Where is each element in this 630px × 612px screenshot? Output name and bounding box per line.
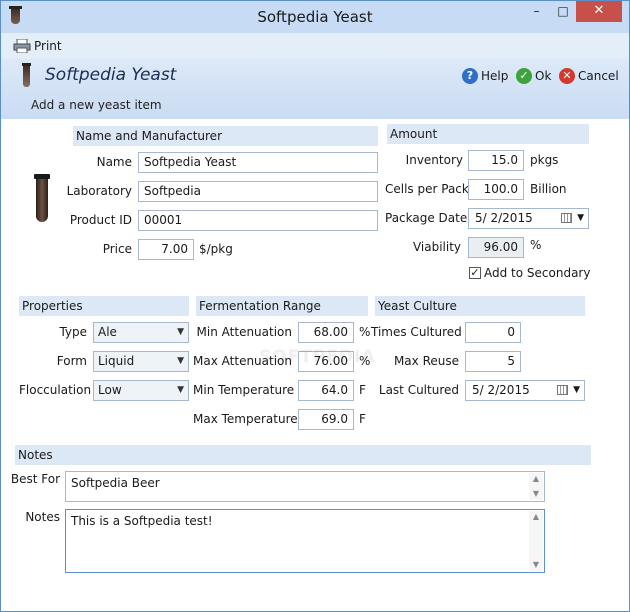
calendar-icon[interactable] xyxy=(557,385,568,395)
price-label: Price xyxy=(102,242,132,256)
yeast-dialog-window: Softpedia Yeast – □ ✕ Print Softpedia Ye… xyxy=(0,0,630,612)
calendar-icon[interactable] xyxy=(561,213,572,223)
price-unit: $/pkg xyxy=(199,242,233,256)
chevron-down-icon: ▼ xyxy=(177,385,184,395)
watermark: SOFTPEDIA xyxy=(259,347,376,367)
package-date-picker[interactable]: 5/ 2/2015 ▼ xyxy=(468,208,589,229)
yeast-vial-icon xyxy=(34,174,50,222)
inventory-field[interactable]: 15.0 xyxy=(468,150,524,171)
help-label: Help xyxy=(481,69,509,83)
chevron-down-icon[interactable]: ▼ xyxy=(577,209,584,228)
max-temperature-label: Max Temperature xyxy=(193,412,298,426)
flocculation-select[interactable]: Low ▼ xyxy=(93,380,189,401)
best-for-scrollbar[interactable]: ▲ ▼ xyxy=(529,473,543,500)
header-subtitle: Add a new yeast item xyxy=(31,98,162,112)
ok-icon: ✓ xyxy=(516,68,532,84)
cells-unit: Billion xyxy=(530,182,567,196)
type-label: Type xyxy=(59,325,87,339)
help-button[interactable]: ? Help xyxy=(462,68,512,84)
amount-section-heading: Amount xyxy=(387,124,589,144)
max-reuse-label: Max Reuse xyxy=(393,354,459,368)
type-select[interactable]: Ale ▼ xyxy=(93,322,189,343)
toolbar xyxy=(1,33,629,59)
package-date-value: 5/ 2/2015 xyxy=(475,211,533,225)
title-bar[interactable]: Softpedia Yeast – □ ✕ xyxy=(1,1,629,33)
notes-textarea[interactable]: This is a Softpedia test! ▲ ▼ xyxy=(65,509,545,573)
notes-heading: Notes xyxy=(15,445,591,465)
cancel-icon: ✕ xyxy=(559,68,575,84)
min-temperature-unit: F xyxy=(359,383,366,397)
product-id-label: Product ID xyxy=(69,213,132,227)
help-icon: ? xyxy=(462,68,478,84)
flocculation-value: Low xyxy=(98,383,122,397)
notes-label: Notes xyxy=(25,510,60,524)
times-cultured-label: Times Cultured xyxy=(371,325,462,339)
best-for-label: Best For xyxy=(10,472,60,486)
close-button[interactable]: ✕ xyxy=(576,1,622,22)
yeast-tube-icon xyxy=(22,63,31,87)
product-id-field[interactable]: 00001 xyxy=(138,210,378,231)
maximize-button[interactable]: □ xyxy=(550,1,576,22)
properties-heading: Properties xyxy=(19,296,189,316)
add-to-secondary-label: Add to Secondary xyxy=(484,266,591,280)
best-for-value: Softpedia Beer xyxy=(71,476,160,490)
viability-unit: % xyxy=(530,238,542,252)
ok-label: Ok xyxy=(535,69,552,83)
ok-button[interactable]: ✓ Ok xyxy=(516,68,556,84)
min-attenuation-field[interactable]: 68.00 xyxy=(298,322,354,343)
printer-icon[interactable] xyxy=(13,39,31,53)
scroll-down-icon[interactable]: ▼ xyxy=(529,488,543,500)
scroll-up-icon[interactable]: ▲ xyxy=(529,511,543,523)
inventory-label: Inventory xyxy=(405,153,463,167)
chevron-down-icon[interactable]: ▼ xyxy=(573,381,580,400)
cells-per-pack-field[interactable]: 100.0 xyxy=(468,179,524,200)
form-select[interactable]: Liquid ▼ xyxy=(93,351,189,372)
last-cultured-label: Last Cultured xyxy=(378,383,459,397)
inventory-unit: pkgs xyxy=(530,153,559,167)
cancel-button[interactable]: ✕ Cancel xyxy=(559,68,619,84)
laboratory-field[interactable]: Softpedia xyxy=(138,181,378,202)
notes-scrollbar[interactable]: ▲ ▼ xyxy=(529,511,543,571)
scroll-down-icon[interactable]: ▼ xyxy=(529,559,543,571)
yeast-culture-heading: Yeast Culture xyxy=(375,296,585,316)
scroll-up-icon[interactable]: ▲ xyxy=(529,473,543,485)
viability-label: Viability xyxy=(412,240,461,254)
last-cultured-value: 5/ 2/2015 xyxy=(472,383,530,397)
cancel-label: Cancel xyxy=(578,69,619,83)
min-temperature-field[interactable]: 64.0 xyxy=(298,380,354,401)
form-value: Liquid xyxy=(98,354,135,368)
min-temperature-label: Min Temperature xyxy=(193,383,295,397)
flocculation-label: Flocculation xyxy=(19,383,92,397)
best-for-textarea[interactable]: Softpedia Beer ▲ ▼ xyxy=(65,471,545,502)
cells-per-pack-label: Cells per Pack xyxy=(385,182,469,196)
last-cultured-date-picker[interactable]: 5/ 2/2015 ▼ xyxy=(465,380,585,401)
name-label: Name xyxy=(96,155,132,169)
name-section-heading: Name and Manufacturer xyxy=(73,126,378,146)
min-attenuation-label: Min Attenuation xyxy=(196,325,292,339)
chevron-down-icon: ▼ xyxy=(177,327,184,337)
max-reuse-field[interactable]: 5 xyxy=(465,351,521,372)
fermentation-heading: Fermentation Range xyxy=(196,296,368,316)
type-value: Ale xyxy=(98,325,117,339)
minimize-button[interactable]: – xyxy=(523,1,550,22)
max-temperature-field[interactable]: 69.0 xyxy=(298,409,354,430)
max-temperature-unit: F xyxy=(359,412,366,426)
add-to-secondary-checkbox[interactable]: ✓ xyxy=(469,267,481,279)
form-label: Form xyxy=(56,354,87,368)
min-attenuation-unit: % xyxy=(359,325,371,339)
notes-value: This is a Softpedia test! xyxy=(71,514,213,528)
print-button[interactable]: Print xyxy=(34,39,62,53)
chevron-down-icon: ▼ xyxy=(177,356,184,366)
laboratory-label: Laboratory xyxy=(66,184,132,198)
times-cultured-field[interactable]: 0 xyxy=(465,322,521,343)
name-field[interactable]: Softpedia Yeast xyxy=(138,152,378,173)
header-title: Softpedia Yeast xyxy=(45,65,177,85)
price-field[interactable]: 7.00 xyxy=(138,239,194,260)
viability-field[interactable]: 96.00 xyxy=(468,237,524,258)
package-date-label: Package Date xyxy=(385,211,468,225)
